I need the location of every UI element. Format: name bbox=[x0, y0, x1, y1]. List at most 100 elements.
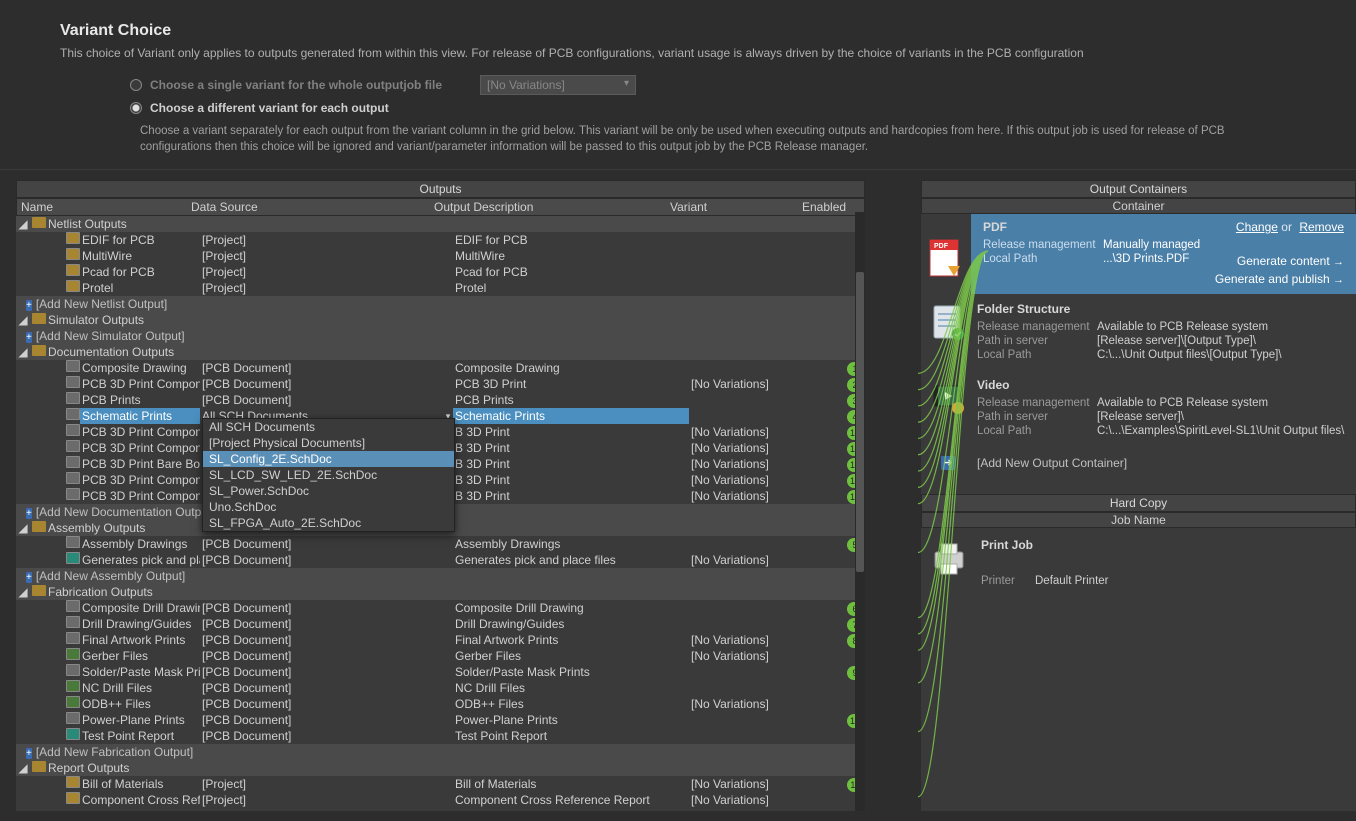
expand-toggle[interactable]: ◢ bbox=[16, 216, 30, 232]
output-name[interactable]: Bill of Materials bbox=[80, 776, 200, 792]
expand-toggle[interactable]: ◢ bbox=[16, 760, 30, 776]
output-name[interactable]: Gerber Files bbox=[80, 648, 200, 664]
remove-link[interactable]: Remove bbox=[1299, 220, 1344, 234]
dropdown-option[interactable]: All SCH Documents bbox=[203, 419, 454, 435]
output-variant[interactable]: [No Variations] bbox=[689, 456, 821, 472]
output-name[interactable]: Composite Drawing bbox=[80, 360, 200, 376]
output-variant[interactable]: [No Variations] bbox=[689, 424, 821, 440]
output-variant[interactable]: [No Variations] bbox=[689, 440, 821, 456]
output-name[interactable]: Assembly Drawings bbox=[80, 536, 200, 552]
expand-toggle[interactable]: ◢ bbox=[16, 520, 30, 536]
output-source[interactable]: [PCB Document] bbox=[200, 728, 443, 744]
output-variant[interactable]: [No Variations] bbox=[689, 648, 821, 664]
variant-radio-each-row[interactable]: Choose a different variant for each outp… bbox=[60, 98, 1296, 118]
output-row[interactable]: Drill Drawing/Guides[PCB Document]Drill … bbox=[16, 616, 865, 632]
output-source[interactable]: [PCB Document] bbox=[200, 536, 443, 552]
output-name[interactable]: Drill Drawing/Guides bbox=[80, 616, 200, 632]
col-name[interactable]: Name bbox=[17, 199, 187, 215]
output-variant[interactable]: [No Variations] bbox=[689, 696, 821, 712]
expand-toggle[interactable]: ◢ bbox=[16, 344, 30, 360]
output-row[interactable]: NC Drill Files[PCB Document]NC Drill Fil… bbox=[16, 680, 865, 696]
add-output-label[interactable]: [Add New Simulator Output] bbox=[34, 328, 865, 344]
output-source[interactable]: [PCB Document] bbox=[200, 664, 443, 680]
video-container-card[interactable]: Video Release managementAvailable to PCB… bbox=[921, 370, 1356, 446]
dropdown-option[interactable]: Uno.SchDoc bbox=[203, 499, 454, 515]
output-row[interactable]: Power-Plane Prints[PCB Document]Power-Pl… bbox=[16, 712, 865, 728]
output-row[interactable]: Test Point Report[PCB Document]Test Poin… bbox=[16, 728, 865, 744]
col-enabled[interactable]: Enabled bbox=[798, 199, 842, 215]
output-variant[interactable]: [No Variations] bbox=[689, 488, 821, 504]
col-description[interactable]: Output Description bbox=[430, 199, 666, 215]
output-source[interactable]: [PCB Document] bbox=[200, 392, 443, 408]
dropdown-option[interactable]: SL_LCD_SW_LED_2E.SchDoc bbox=[203, 467, 454, 483]
output-name[interactable]: ODB++ Files bbox=[80, 696, 200, 712]
output-name[interactable]: Final Artwork Prints bbox=[80, 632, 200, 648]
expand-toggle[interactable]: ◢ bbox=[16, 312, 30, 328]
output-name[interactable]: Test Point Report bbox=[80, 728, 200, 744]
pdf-container-card[interactable]: PDF Change or Remove Release managementM… bbox=[971, 214, 1356, 294]
col-variant[interactable]: Variant bbox=[666, 199, 798, 215]
output-source[interactable]: [PCB Document] bbox=[200, 376, 443, 392]
output-variant[interactable]: [No Variations] bbox=[689, 376, 821, 392]
add-output-label[interactable]: [Add New Assembly Output] bbox=[34, 568, 865, 584]
add-output-label[interactable]: [Add New Fabrication Output] bbox=[34, 744, 865, 760]
folder-container-card[interactable]: Folder Structure Release managementAvail… bbox=[921, 294, 1356, 370]
expand-toggle[interactable]: ◢ bbox=[16, 584, 30, 600]
output-row[interactable]: Generates pick and place[PCB Document]Ge… bbox=[16, 552, 865, 568]
col-data-source[interactable]: Data Source bbox=[187, 199, 430, 215]
output-row[interactable]: Final Artwork Prints[PCB Document]Final … bbox=[16, 632, 865, 648]
dropdown-option[interactable]: SL_Power.SchDoc bbox=[203, 483, 454, 499]
output-row[interactable]: Protel[Project]Protel bbox=[16, 280, 865, 296]
output-row[interactable]: ODB++ Files[PCB Document]ODB++ Files[No … bbox=[16, 696, 865, 712]
output-name[interactable]: Schematic Prints bbox=[80, 408, 200, 424]
output-source[interactable]: [PCB Document] bbox=[200, 600, 443, 616]
output-source[interactable]: [PCB Document] bbox=[200, 616, 443, 632]
print-job-card[interactable]: Print Job Printer Default Printer bbox=[921, 528, 1356, 598]
output-name[interactable]: PCB 3D Print Components bbox=[80, 472, 200, 488]
radio-each-variant[interactable] bbox=[130, 102, 142, 114]
output-variant[interactable]: [No Variations] bbox=[689, 472, 821, 488]
output-row[interactable]: Assembly Drawings[PCB Document]Assembly … bbox=[16, 536, 865, 552]
output-name[interactable]: PCB 3D Print Bare Board bbox=[80, 456, 200, 472]
output-row[interactable]: Composite Drawing[PCB Document]Composite… bbox=[16, 360, 865, 376]
output-row[interactable]: Bill of Materials[Project]Bill of Materi… bbox=[16, 776, 865, 792]
output-name[interactable]: Pcad for PCB bbox=[80, 264, 200, 280]
radio-single-variant[interactable] bbox=[130, 79, 142, 91]
output-source[interactable]: [Project] bbox=[200, 776, 443, 792]
output-name[interactable]: NC Drill Files bbox=[80, 680, 200, 696]
output-name[interactable]: Generates pick and place bbox=[80, 552, 200, 568]
data-source-dropdown-menu[interactable]: All SCH Documents[Project Physical Docum… bbox=[202, 418, 455, 532]
output-variant[interactable]: [No Variations] bbox=[689, 552, 821, 568]
output-row[interactable]: Component Cross Reference[Project]Compon… bbox=[16, 792, 865, 808]
output-source[interactable]: [PCB Document] bbox=[200, 552, 443, 568]
output-row[interactable]: EDIF for PCB[Project]EDIF for PCB bbox=[16, 232, 865, 248]
output-source[interactable]: [PCB Document] bbox=[200, 696, 443, 712]
output-source[interactable]: [Project] bbox=[200, 792, 443, 808]
output-name[interactable]: Protel bbox=[80, 280, 200, 296]
output-variant[interactable]: [No Variations] bbox=[689, 632, 821, 648]
output-source[interactable]: [PCB Document] bbox=[200, 632, 443, 648]
output-name[interactable]: Component Cross Reference bbox=[80, 792, 200, 808]
output-name[interactable]: PCB 3D Print Components bbox=[80, 424, 200, 440]
output-row[interactable]: MultiWire[Project]MultiWire bbox=[16, 248, 865, 264]
dropdown-option[interactable]: SL_FPGA_Auto_2E.SchDoc bbox=[203, 515, 454, 531]
output-source[interactable]: [PCB Document] bbox=[200, 360, 443, 376]
output-source[interactable]: [PCB Document] bbox=[200, 712, 443, 728]
output-row[interactable]: PCB 3D Print Components[PCB Document]PCB… bbox=[16, 376, 865, 392]
output-row[interactable]: Composite Drill Drawing[PCB Document]Com… bbox=[16, 600, 865, 616]
output-name[interactable]: Solder/Paste Mask Prints bbox=[80, 664, 200, 680]
output-source[interactable]: [Project] bbox=[200, 248, 443, 264]
add-output-container-row[interactable]: ➜ [Add New Output Container] bbox=[921, 446, 1356, 480]
output-variant[interactable]: [No Variations] bbox=[689, 776, 821, 792]
output-name[interactable]: PCB Prints bbox=[80, 392, 200, 408]
output-source[interactable]: [PCB Document] bbox=[200, 680, 443, 696]
variant-radio-single-row[interactable]: Choose a single variant for the whole ou… bbox=[60, 72, 1296, 98]
output-row[interactable]: Pcad for PCB[Project]Pcad for PCB bbox=[16, 264, 865, 280]
output-row[interactable]: Solder/Paste Mask Prints[PCB Document]So… bbox=[16, 664, 865, 680]
output-name[interactable]: Composite Drill Drawing bbox=[80, 600, 200, 616]
output-row[interactable]: Gerber Files[PCB Document]Gerber Files[N… bbox=[16, 648, 865, 664]
output-variant[interactable]: [No Variations] bbox=[689, 792, 821, 808]
output-name[interactable]: PCB 3D Print Components bbox=[80, 488, 200, 504]
output-source[interactable]: [Project] bbox=[200, 280, 443, 296]
add-output-label[interactable]: [Add New Netlist Output] bbox=[34, 296, 865, 312]
